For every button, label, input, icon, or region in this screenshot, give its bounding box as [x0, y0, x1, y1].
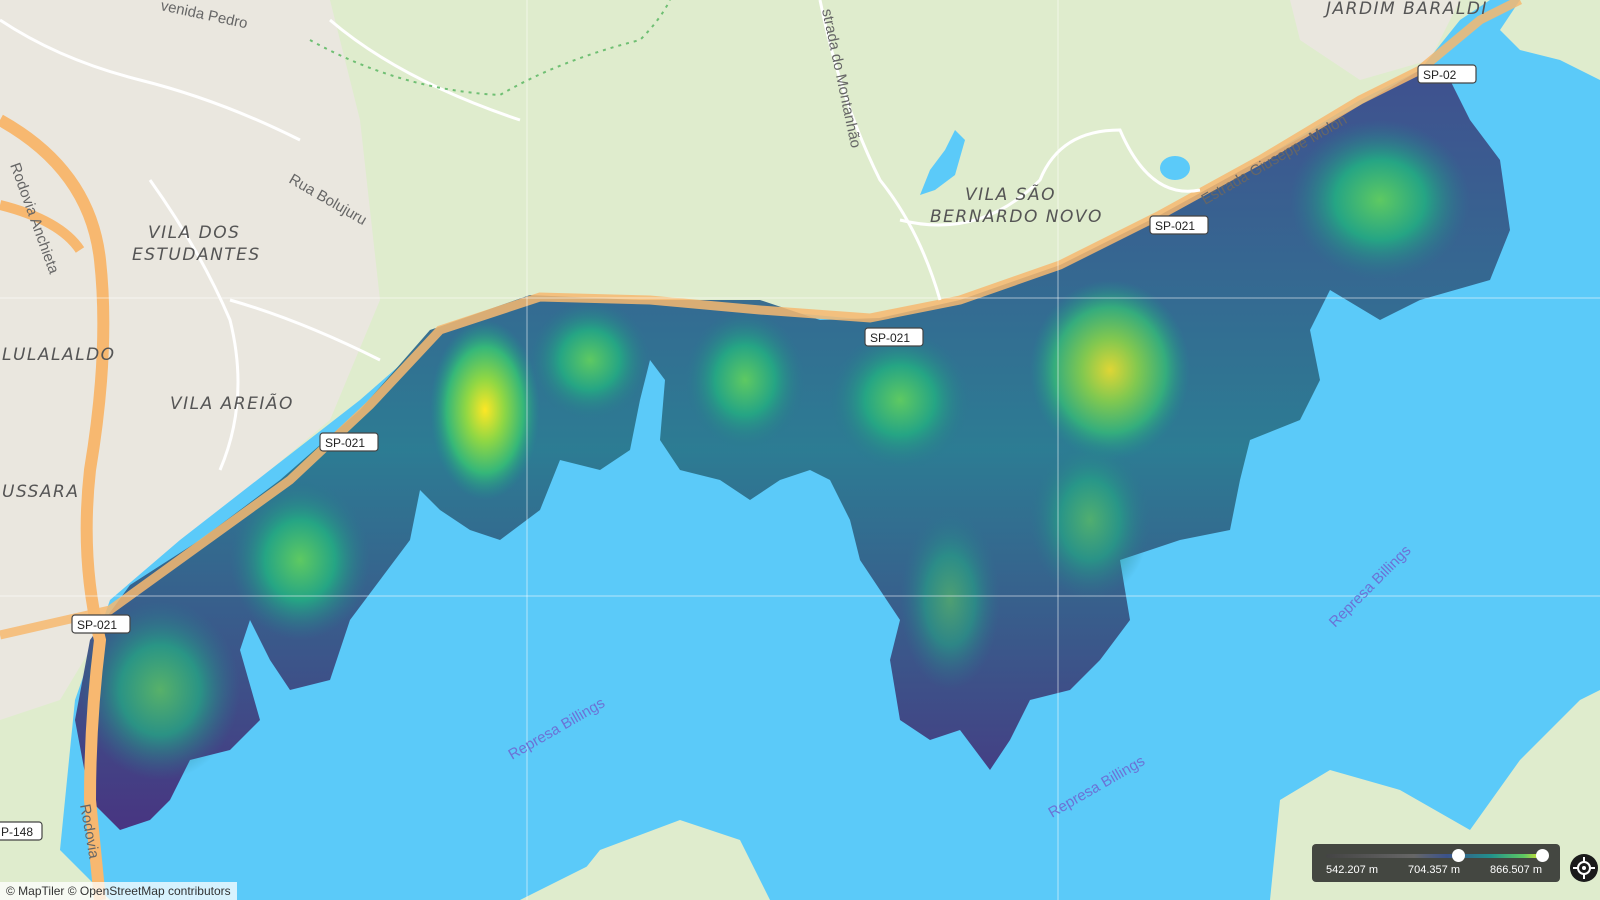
locate-button[interactable]: [1570, 854, 1598, 882]
place-vila-sao-bernardo-line1: VILA SÃO: [965, 183, 1056, 205]
svg-text:SP-02: SP-02: [1423, 68, 1457, 82]
map-canvas[interactable]: JARDIM BARALDI VILA DOS ESTUDANTES LULAL…: [0, 0, 1600, 900]
shield-sp021-top-right: SP-02: [1417, 64, 1477, 84]
svg-text:SP-021: SP-021: [325, 436, 365, 450]
elevation-color-bar: [1326, 854, 1546, 858]
map-attribution[interactable]: © MapTiler © OpenStreetMap contributors: [0, 882, 237, 900]
svg-text:SP-021: SP-021: [1155, 219, 1195, 233]
legend-min-label: 542.207 m: [1326, 864, 1378, 876]
svg-text:SP-021: SP-021: [77, 618, 117, 632]
shield-sp148: P-148: [0, 821, 43, 841]
legend-min-handle[interactable]: [1451, 849, 1465, 862]
place-jardim-baraldi: JARDIM BARALDI: [1323, 0, 1488, 19]
locate-icon: [1573, 857, 1595, 879]
place-ussara: USSARA: [2, 482, 80, 502]
place-vila-dos-estudantes-line2: ESTUDANTES: [132, 245, 261, 265]
elevation-legend[interactable]: 542.207 m 704.357 m 866.507 m: [1312, 844, 1560, 882]
shield-sp021-east: SP-021: [1149, 215, 1209, 235]
small-lake-2: [1160, 156, 1190, 180]
place-lulalaldo: LULALALDO: [2, 345, 116, 365]
legend-mid-label: 704.357 m: [1408, 864, 1460, 876]
legend-max-handle[interactable]: [1535, 849, 1549, 862]
shield-sp021-west: SP-021: [319, 432, 379, 452]
shield-sp021-center: SP-021: [864, 327, 924, 347]
place-vila-dos-estudantes-line1: VILA DOS: [148, 223, 240, 243]
place-vila-sao-bernardo-line2: BERNARDO NOVO: [930, 207, 1103, 227]
legend-max-label: 866.507 m: [1490, 864, 1542, 876]
svg-text:P-148: P-148: [1, 825, 33, 839]
svg-text:SP-021: SP-021: [870, 331, 910, 345]
place-vila-areiao: VILA AREIÃO: [170, 392, 294, 414]
shield-sp021-far-west: SP-021: [71, 614, 131, 634]
